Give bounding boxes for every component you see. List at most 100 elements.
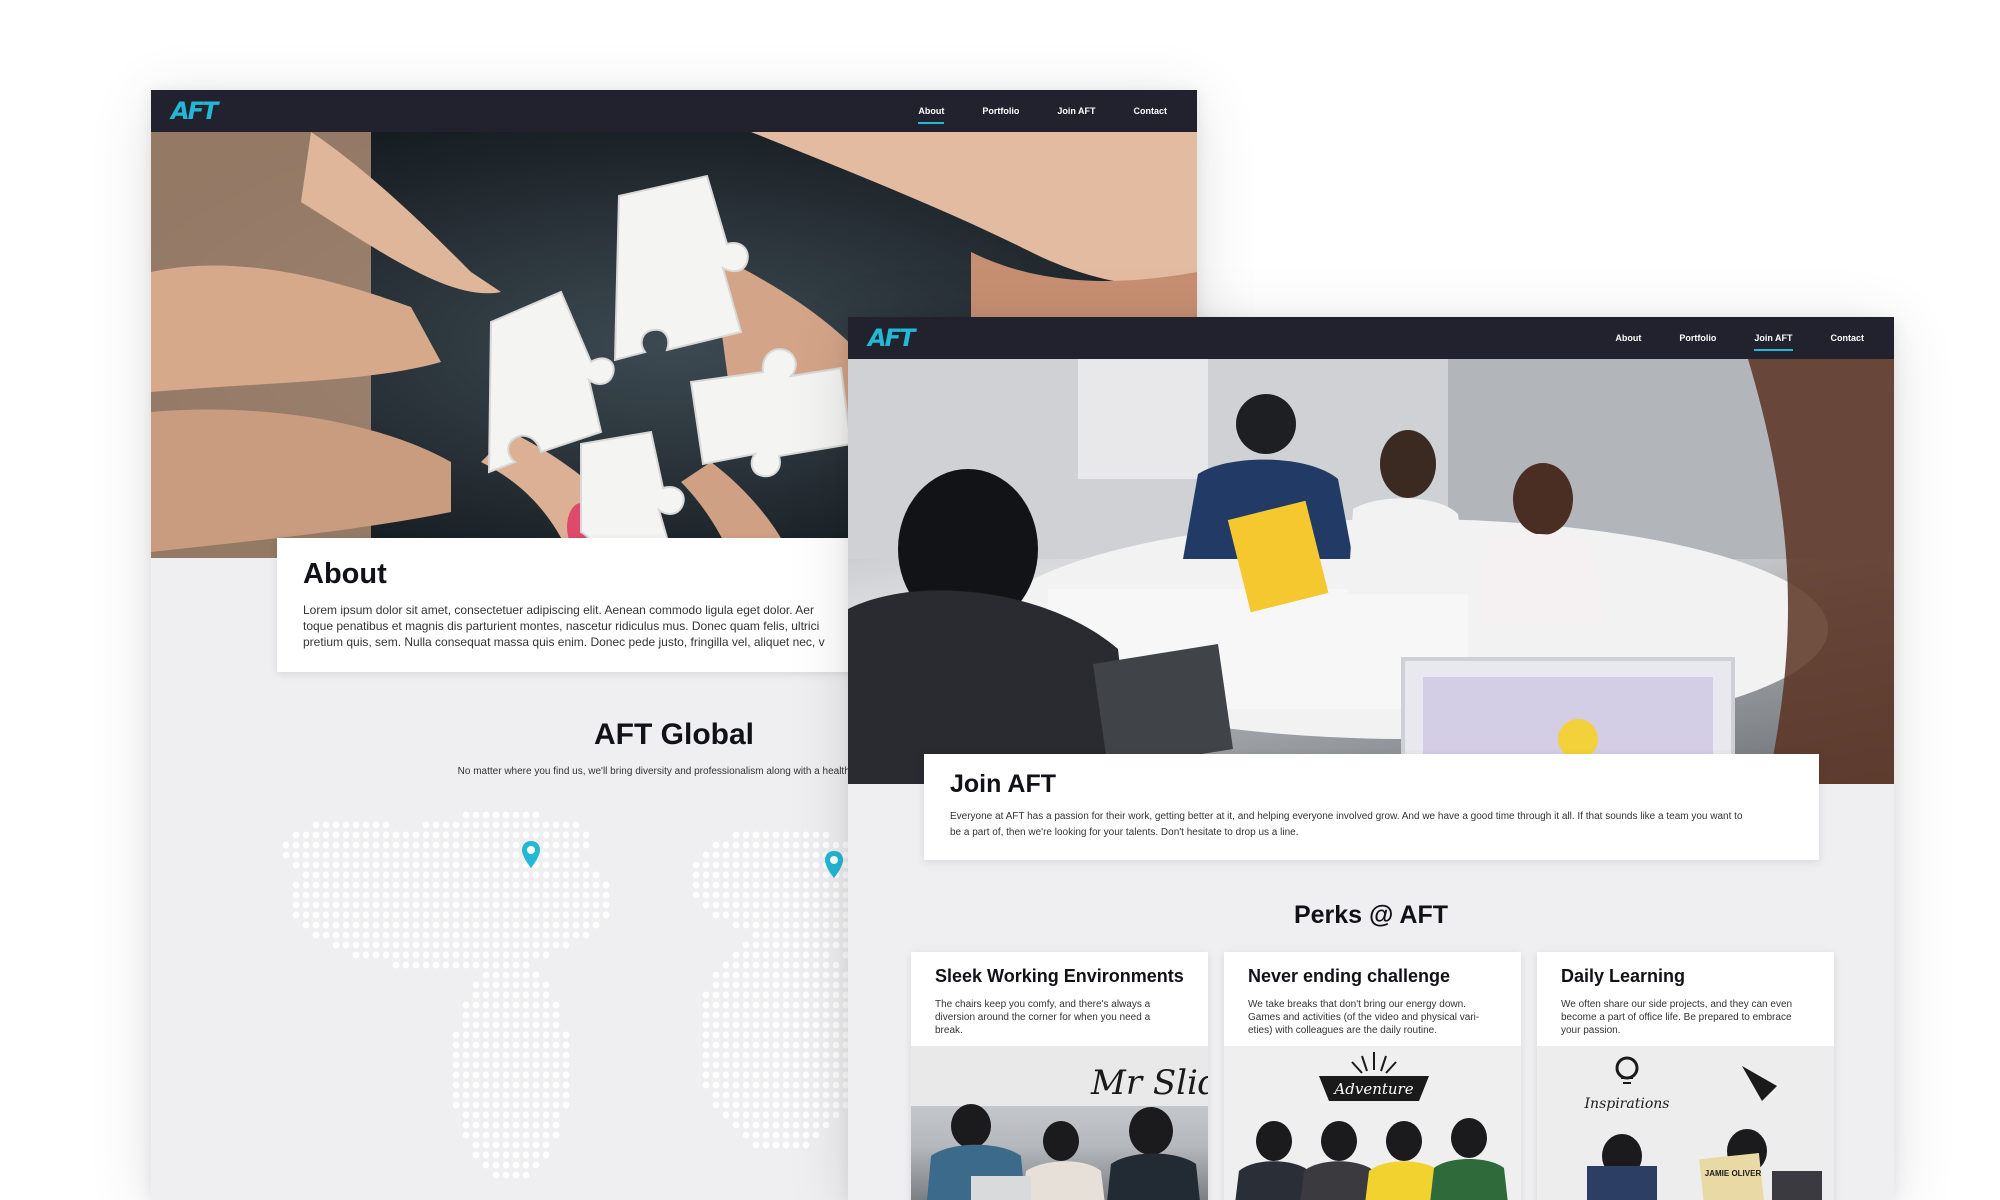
perk-text: We take breaks that don't bring our ener… — [1248, 998, 1503, 1037]
map-dot — [712, 971, 720, 979]
map-dot — [302, 831, 310, 839]
map-dot — [752, 961, 760, 969]
map-dot — [472, 991, 480, 999]
nav-contact[interactable]: Contact — [1134, 104, 1168, 118]
map-dot — [512, 971, 520, 979]
join-card: Join AFT Everyone at AFT has a passion f… — [924, 754, 1819, 860]
nav-about[interactable]: About — [1615, 331, 1641, 345]
map-dot — [372, 821, 380, 829]
map-dot — [452, 1051, 460, 1059]
logo[interactable]: AFT — [868, 325, 915, 351]
map-dot — [822, 1091, 830, 1099]
map-dot — [412, 861, 420, 869]
map-dot — [362, 841, 370, 849]
map-dot — [512, 1101, 520, 1109]
map-dot — [762, 901, 770, 909]
nav-about[interactable]: About — [918, 104, 945, 124]
map-dot — [352, 881, 360, 889]
map-dot — [512, 861, 520, 869]
map-dot — [702, 871, 710, 879]
nav-join[interactable]: Join AFT — [1057, 104, 1095, 118]
map-dot — [352, 901, 360, 909]
team-reading-photo: Inspirations JAMIE OLIVER — [1537, 1046, 1834, 1200]
map-dot — [452, 951, 460, 959]
map-dot — [492, 1011, 500, 1019]
map-dot — [792, 1021, 800, 1029]
map-dot — [522, 1051, 530, 1059]
map-dot — [332, 901, 340, 909]
map-dot — [462, 871, 470, 879]
map-dot — [602, 911, 610, 919]
location-pin-icon[interactable] — [521, 840, 541, 870]
map-dot — [822, 941, 830, 949]
map-dot — [712, 1011, 720, 1019]
map-dot — [552, 861, 560, 869]
map-dot — [492, 1001, 500, 1009]
map-dot — [782, 841, 790, 849]
map-dot — [492, 1081, 500, 1089]
team-lounge-photo: Mr Slide — [911, 1046, 1208, 1200]
map-dot — [462, 1061, 470, 1069]
map-dot — [782, 1051, 790, 1059]
map-dot — [462, 1101, 470, 1109]
map-dot — [432, 951, 440, 959]
nav-portfolio[interactable]: Portfolio — [1679, 331, 1716, 345]
map-dot — [822, 901, 830, 909]
map-dot — [472, 1031, 480, 1039]
map-dot — [562, 901, 570, 909]
about-text-line: Lorem ipsum dolor sit amet, consectetuer… — [303, 603, 814, 617]
map-dot — [482, 821, 490, 829]
join-text-line: be a part of, then we're looking for you… — [950, 827, 1299, 838]
map-dot — [422, 821, 430, 829]
map-dot — [602, 881, 610, 889]
map-dot — [542, 1001, 550, 1009]
map-dot — [342, 901, 350, 909]
map-dot — [802, 1071, 810, 1079]
map-dot — [802, 1061, 810, 1069]
nav-contact[interactable]: Contact — [1831, 331, 1865, 345]
map-dot — [462, 941, 470, 949]
map-dot — [722, 841, 730, 849]
map-dot — [482, 1011, 490, 1019]
map-dot — [322, 851, 330, 859]
map-dot — [382, 941, 390, 949]
map-dot — [452, 861, 460, 869]
nav-portfolio[interactable]: Portfolio — [982, 104, 1019, 118]
map-dot — [422, 951, 430, 959]
map-dot — [752, 941, 760, 949]
map-dot — [802, 851, 810, 859]
map-dot — [412, 831, 420, 839]
map-dot — [822, 1061, 830, 1069]
map-dot — [542, 991, 550, 999]
map-dot — [792, 921, 800, 929]
map-dot — [392, 921, 400, 929]
map-dot — [402, 871, 410, 879]
map-dot — [812, 911, 820, 919]
map-dot — [422, 891, 430, 899]
map-dot — [562, 821, 570, 829]
map-dot — [832, 1071, 840, 1079]
map-dot — [462, 961, 470, 969]
map-dot — [522, 941, 530, 949]
nav-join[interactable]: Join AFT — [1754, 331, 1793, 351]
map-dot — [552, 841, 560, 849]
map-dot — [772, 1001, 780, 1009]
map-dot — [462, 891, 470, 899]
map-dot — [382, 861, 390, 869]
map-dot — [522, 881, 530, 889]
map-dot — [452, 1041, 460, 1049]
map-dot — [532, 1101, 540, 1109]
map-dot — [802, 1051, 810, 1059]
map-dot — [552, 1131, 560, 1139]
map-dot — [722, 1101, 730, 1109]
map-dot — [382, 821, 390, 829]
location-pin-icon[interactable] — [824, 850, 844, 880]
map-dot — [742, 831, 750, 839]
map-dot — [762, 981, 770, 989]
map-dot — [322, 841, 330, 849]
map-dot — [472, 1121, 480, 1129]
logo[interactable]: AFT — [171, 98, 218, 124]
map-dot — [512, 881, 520, 889]
map-dot — [822, 1031, 830, 1039]
map-dot — [782, 901, 790, 909]
